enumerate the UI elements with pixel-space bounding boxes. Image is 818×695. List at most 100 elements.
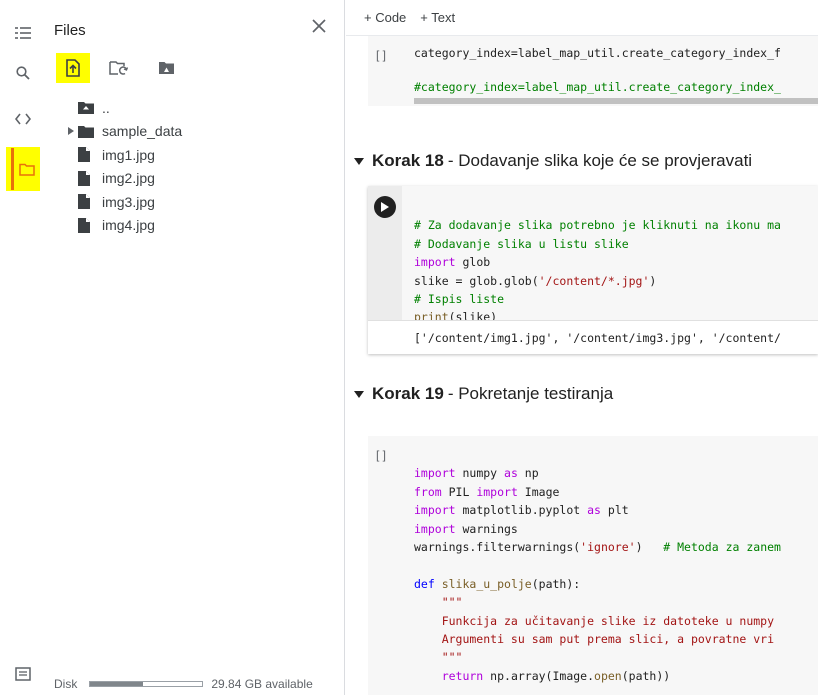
- disk-usage-fill: [90, 682, 143, 686]
- code-keyword: as: [587, 503, 601, 518]
- collapse-caret-icon[interactable]: [354, 390, 364, 398]
- tree-item-label: sample_data: [102, 123, 183, 140]
- code-cell-active[interactable]: # Za dodavanje slika potrebno je kliknut…: [368, 186, 818, 354]
- mount-drive-button[interactable]: [149, 53, 183, 83]
- code-keyword: as: [504, 466, 518, 481]
- code-comment: # Ispis liste: [414, 292, 505, 307]
- code-keyword: import: [476, 484, 518, 499]
- drive-folder-icon: [158, 62, 174, 74]
- code-comment: # Za dodavanje slika potrebno je kliknut…: [414, 218, 781, 233]
- code-text: numpy: [455, 466, 505, 481]
- horizontal-scrollbar[interactable]: [414, 98, 818, 104]
- file-icon: [78, 217, 98, 233]
- code-keyword: import: [414, 466, 456, 481]
- notebook-toolbar: + Code + Text: [346, 0, 818, 36]
- folder-icon[interactable]: [4, 151, 50, 187]
- heading-prefix: Korak 18: [372, 151, 444, 170]
- section-heading-18[interactable]: Korak 18 - Dodavanje slika koje će se pr…: [354, 151, 752, 171]
- disk-label: Disk: [54, 677, 78, 691]
- search-icon[interactable]: [0, 55, 46, 91]
- heading-text: - Dodavanje slika koje će se provjeravat…: [447, 151, 753, 170]
- code-function: open: [594, 668, 622, 683]
- code-keyword: import: [414, 503, 456, 518]
- section-heading-19[interactable]: Korak 19 - Pokretanje testiranja: [354, 384, 613, 404]
- file-icon: [78, 147, 98, 163]
- code-function: slika_u_polje: [434, 576, 532, 591]
- code-comment: # Dodavanje slika u listu slike: [414, 236, 629, 251]
- tree-item-img4[interactable]: img4.jpg: [64, 214, 182, 238]
- code-keyword: from: [414, 484, 442, 499]
- code-text: ): [635, 540, 664, 555]
- tree-item-label: img2.jpg: [102, 170, 155, 187]
- code-text: slike = glob.glob(: [414, 273, 539, 288]
- tree-item-img3[interactable]: img3.jpg: [64, 190, 182, 214]
- code-keyword: def: [414, 576, 435, 591]
- terminal-icon[interactable]: [0, 656, 46, 692]
- upload-file-button[interactable]: [56, 53, 90, 83]
- files-title: Files: [54, 22, 86, 39]
- output-text: ['/content/img1.jpg', '/content/img3.jpg…: [414, 331, 781, 345]
- tree-item-img1[interactable]: img1.jpg: [64, 143, 182, 167]
- file-icon: [78, 194, 98, 210]
- tree-item-sample-data[interactable]: sample_data: [64, 120, 182, 144]
- code-docstring: Argumenti su sam put prema slici, a povr…: [414, 632, 775, 647]
- code-text: np.array(Image.: [483, 668, 595, 683]
- code-cell[interactable]: [ ] category_index=label_map_util.create…: [368, 36, 818, 106]
- cell-bracket[interactable]: [ ]: [376, 448, 386, 462]
- add-code-button[interactable]: + Code: [364, 10, 406, 25]
- refresh-folder-button[interactable]: [102, 53, 136, 83]
- code-docstring: """: [414, 650, 463, 665]
- code-keyword: import: [414, 521, 456, 536]
- cell-output: ['/content/img1.jpg', '/content/img3.jpg…: [368, 320, 818, 354]
- code-string: 'ignore': [580, 540, 636, 555]
- tree-item-parent[interactable]: ..: [64, 96, 182, 120]
- upload-file-icon: [66, 59, 80, 77]
- code-text: (path):: [531, 576, 581, 591]
- file-tree: .. sample_data img1.jpg img2.jpg img3.jp…: [64, 96, 182, 237]
- play-icon: [381, 202, 389, 212]
- code-snippets-icon[interactable]: [0, 101, 46, 137]
- code-text: PIL: [441, 484, 477, 499]
- disk-usage-bar: [89, 681, 204, 687]
- heading-text: - Pokretanje testiranja: [447, 384, 614, 403]
- collapse-caret-icon[interactable]: [354, 157, 364, 165]
- tree-item-label: ..: [102, 99, 110, 116]
- code-line: #category_index=label_map_util.create_ca…: [414, 80, 781, 94]
- notebook-area: + Code + Text [ ] category_index=label_m…: [346, 0, 818, 695]
- chevron-right-icon[interactable]: [64, 127, 78, 136]
- toc-icon[interactable]: [0, 15, 46, 51]
- code-text: plt: [600, 503, 629, 518]
- tree-item-img2[interactable]: img2.jpg: [64, 167, 182, 191]
- code-keyword: import: [414, 255, 456, 270]
- tree-item-label: img3.jpg: [102, 193, 155, 210]
- code-text: glob: [455, 255, 491, 270]
- code-text: warnings: [455, 521, 518, 536]
- left-rail: [0, 0, 46, 695]
- folder-up-icon: [78, 101, 98, 115]
- disk-available: 29.84 GB available: [211, 677, 313, 691]
- code-docstring: Funkcija za učitavanje slike iz datoteke…: [414, 613, 775, 628]
- code-text: warnings.filterwarnings(: [414, 540, 581, 555]
- folder-icon: [78, 125, 98, 138]
- code-comment: # Metoda za zanem: [663, 540, 781, 555]
- disk-usage: Disk 29.84 GB available: [54, 673, 313, 695]
- files-panel: Files .. sample_data img1.jpg img2.jpg i…: [46, 0, 345, 695]
- code-line: category_index=label_map_util.create_cat…: [414, 46, 781, 60]
- heading-prefix: Korak 19: [372, 384, 444, 403]
- add-text-button[interactable]: + Text: [420, 10, 455, 25]
- run-cell-button[interactable]: [374, 196, 396, 218]
- folder-refresh-icon: [109, 61, 129, 75]
- tree-item-label: img1.jpg: [102, 146, 155, 163]
- code-keyword: return: [414, 668, 484, 683]
- code-text: np: [517, 466, 539, 481]
- close-icon[interactable]: [308, 15, 330, 37]
- code-text: ): [649, 273, 657, 288]
- code-docstring: """: [414, 595, 463, 610]
- code-text: (path)): [621, 668, 671, 683]
- code-cell[interactable]: [ ] import numpy as np from PIL import I…: [368, 436, 818, 695]
- code-string: '/content/*.jpg': [538, 273, 650, 288]
- file-icon: [78, 170, 98, 186]
- cell-bracket[interactable]: [ ]: [376, 48, 386, 62]
- code-text: matplotlib.pyplot: [455, 503, 588, 518]
- tree-item-label: img4.jpg: [102, 217, 155, 234]
